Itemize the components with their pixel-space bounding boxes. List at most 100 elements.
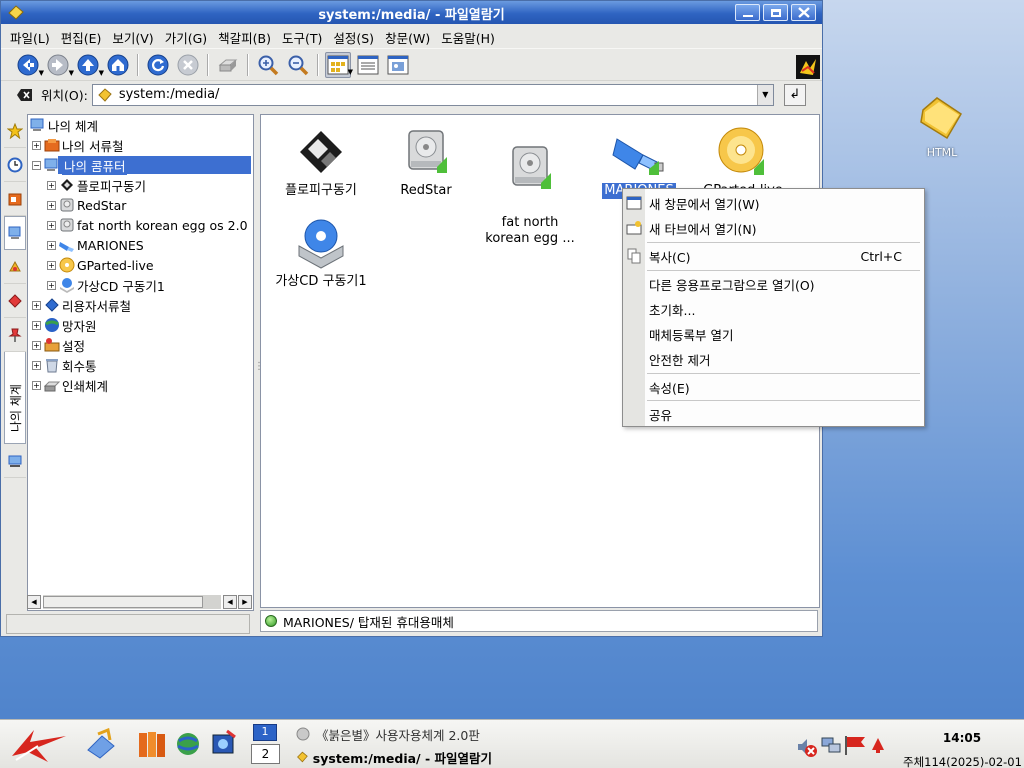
zoom-in-button[interactable] xyxy=(255,52,281,78)
expand-toggle-icon[interactable]: + xyxy=(47,240,56,250)
device-item[interactable]: 플로피구동기 xyxy=(266,125,376,199)
volume-muted-icon[interactable] xyxy=(796,736,818,761)
collapse-toggle-icon[interactable]: − xyxy=(32,160,41,170)
tree-item[interactable]: − 나의 콤퓨터 xyxy=(28,155,253,175)
expand-toggle-icon[interactable]: + xyxy=(32,380,41,390)
menu-settings[interactable]: 설정(S) xyxy=(328,26,379,47)
update-tray-icon[interactable] xyxy=(870,736,886,757)
go-button[interactable]: ↲ xyxy=(783,83,806,106)
expand-toggle-icon[interactable]: + xyxy=(32,140,41,150)
desktop-2-button[interactable]: 2 xyxy=(251,744,280,764)
menu-item-properties[interactable]: 속성(E) xyxy=(623,375,924,399)
minimize-button[interactable] xyxy=(735,4,760,21)
quick-launch-office[interactable] xyxy=(137,729,167,762)
tree-item[interactable]: + 가상CD 구동기1 xyxy=(28,275,253,295)
tree-item[interactable]: + RedStar xyxy=(28,195,253,215)
expand-toggle-icon[interactable]: + xyxy=(47,280,56,290)
expand-toggle-icon[interactable]: + xyxy=(47,260,56,270)
location-input[interactable]: system:/media/ ▼ xyxy=(91,83,774,106)
desktop-1-button[interactable]: 1 xyxy=(253,724,277,741)
zoom-out-button[interactable] xyxy=(285,52,311,78)
tree-item[interactable]: + MARIONES xyxy=(28,235,253,255)
my-system-tab[interactable]: 나의 체계 xyxy=(4,352,26,444)
expand-toggle-icon[interactable]: + xyxy=(32,340,41,350)
menu-item-open-new-tab[interactable]: 새 타브에서 열기(N) xyxy=(623,216,924,240)
device-item[interactable]: 가상CD 구동기1 xyxy=(266,216,376,290)
forward-button[interactable]: ▼ xyxy=(45,52,74,78)
flag-tray-icon[interactable] xyxy=(843,734,867,759)
network-tray-icon[interactable] xyxy=(820,734,842,759)
desktop-icon-html[interactable]: HTML xyxy=(912,94,972,159)
tree-item[interactable]: + 망자원 xyxy=(28,315,253,335)
expand-toggle-icon[interactable]: + xyxy=(47,180,56,190)
icon-view-button[interactable]: ▼ xyxy=(325,51,353,78)
back-button[interactable]: ▼ xyxy=(15,52,44,78)
menu-tools[interactable]: 도구(T) xyxy=(277,26,327,47)
detail-view-button[interactable] xyxy=(355,52,381,78)
preview-button[interactable] xyxy=(385,52,411,78)
tree-item[interactable]: + fat north korean egg os 2.0 xyxy=(28,215,253,235)
menu-item-open-media-folder[interactable]: 매체등록부 열기 xyxy=(623,322,924,346)
tree-item[interactable]: + GParted-live xyxy=(28,255,253,275)
start-menu-button[interactable] xyxy=(8,726,70,767)
scroll-left-arrow[interactable]: ◀ xyxy=(27,595,41,609)
clock[interactable]: 14:05 xyxy=(930,731,994,745)
expand-toggle-icon[interactable]: + xyxy=(47,220,56,230)
menu-view[interactable]: 보기(V) xyxy=(107,26,158,47)
menu-item-open-with[interactable]: 다른 응용프로그람으로 열기(O) xyxy=(623,272,924,296)
network-tab[interactable] xyxy=(4,444,26,478)
menu-item-share[interactable]: 공유 xyxy=(623,402,924,426)
system-tab[interactable] xyxy=(4,216,26,250)
expand-toggle-icon[interactable]: + xyxy=(47,200,56,210)
menu-file[interactable]: 파일(L) xyxy=(5,26,55,47)
device-item[interactable]: fat north korean egg ... xyxy=(475,125,585,247)
tree-horizontal-scrollbar[interactable]: ◀ ◀ ▶ xyxy=(27,594,254,610)
status-bar: MARIONES/ 탑재된 휴대용매체 xyxy=(260,610,818,632)
tree-item[interactable]: + 플로피구동기 xyxy=(28,175,253,195)
tree-item-root[interactable]: 나의 체계 xyxy=(28,115,253,135)
taskbar-task-file-manager[interactable]: system:/media/ - 파일열람기 xyxy=(296,747,492,767)
quick-launch-media[interactable] xyxy=(211,729,237,760)
menu-edit[interactable]: 편집(E) xyxy=(56,26,107,47)
clear-location-icon[interactable] xyxy=(17,88,33,102)
tree-item[interactable]: + 인쇄체계 xyxy=(28,375,253,395)
reload-button[interactable] xyxy=(145,52,171,78)
tree-item[interactable]: + 설정 xyxy=(28,335,253,355)
taskbar-task-welcome[interactable]: 《붉은별》사용자용체계 2.0판 xyxy=(296,724,486,744)
expand-toggle-icon[interactable]: + xyxy=(32,300,41,310)
history-tab[interactable] xyxy=(4,148,26,182)
expand-toggle-icon[interactable]: + xyxy=(32,320,41,330)
scroll-right-arrow[interactable]: ▶ xyxy=(238,595,252,609)
services-tab[interactable] xyxy=(4,250,26,284)
menu-window[interactable]: 창문(W) xyxy=(380,26,435,47)
menu-bookmarks[interactable]: 책갈피(B) xyxy=(213,26,276,47)
pin-tab[interactable] xyxy=(4,318,26,352)
menu-item-copy[interactable]: 복사(C) Ctrl+C xyxy=(623,244,924,268)
title-bar[interactable]: system:/media/ - 파일열람기 xyxy=(1,1,822,24)
stop-button[interactable] xyxy=(175,52,201,78)
menu-go[interactable]: 가기(G) xyxy=(160,26,212,47)
device-item[interactable]: RedStar xyxy=(371,125,481,199)
location-dropdown-button[interactable]: ▼ xyxy=(756,84,773,105)
quick-launch-browser[interactable] xyxy=(175,731,201,760)
tree-item[interactable]: + 회수통 xyxy=(28,355,253,375)
quick-launch-editor[interactable] xyxy=(84,727,118,763)
home-button[interactable] xyxy=(105,52,131,78)
close-button[interactable] xyxy=(791,4,816,21)
bookmarks-tab[interactable] xyxy=(4,114,26,148)
menu-item-open-new-window[interactable]: 새 창문에서 열기(W) xyxy=(623,191,924,215)
home-folder-tab[interactable] xyxy=(4,182,26,216)
menu-item-safely-remove[interactable]: 안전한 제거 xyxy=(623,347,924,371)
expand-toggle-icon[interactable]: + xyxy=(32,360,41,370)
up-button[interactable]: ▼ xyxy=(75,52,104,78)
folder-tree[interactable]: 나의 체계 + 나의 서류철 − 나의 콤퓨터 + 플로피구동기 + RedStar + fat … xyxy=(27,114,254,611)
tree-item[interactable]: + 리용자서류철 xyxy=(28,295,253,315)
menu-item-format[interactable]: 초기화... xyxy=(623,297,924,321)
menu-help[interactable]: 도움말(H) xyxy=(436,26,500,47)
maximize-button[interactable] xyxy=(763,4,788,21)
tree-item[interactable]: + 나의 서류철 xyxy=(28,135,253,155)
print-button[interactable] xyxy=(215,52,241,78)
scrollbar-thumb[interactable] xyxy=(43,596,203,608)
scroll-left-arrow-2[interactable]: ◀ xyxy=(223,595,237,609)
media-tab[interactable] xyxy=(4,284,26,318)
